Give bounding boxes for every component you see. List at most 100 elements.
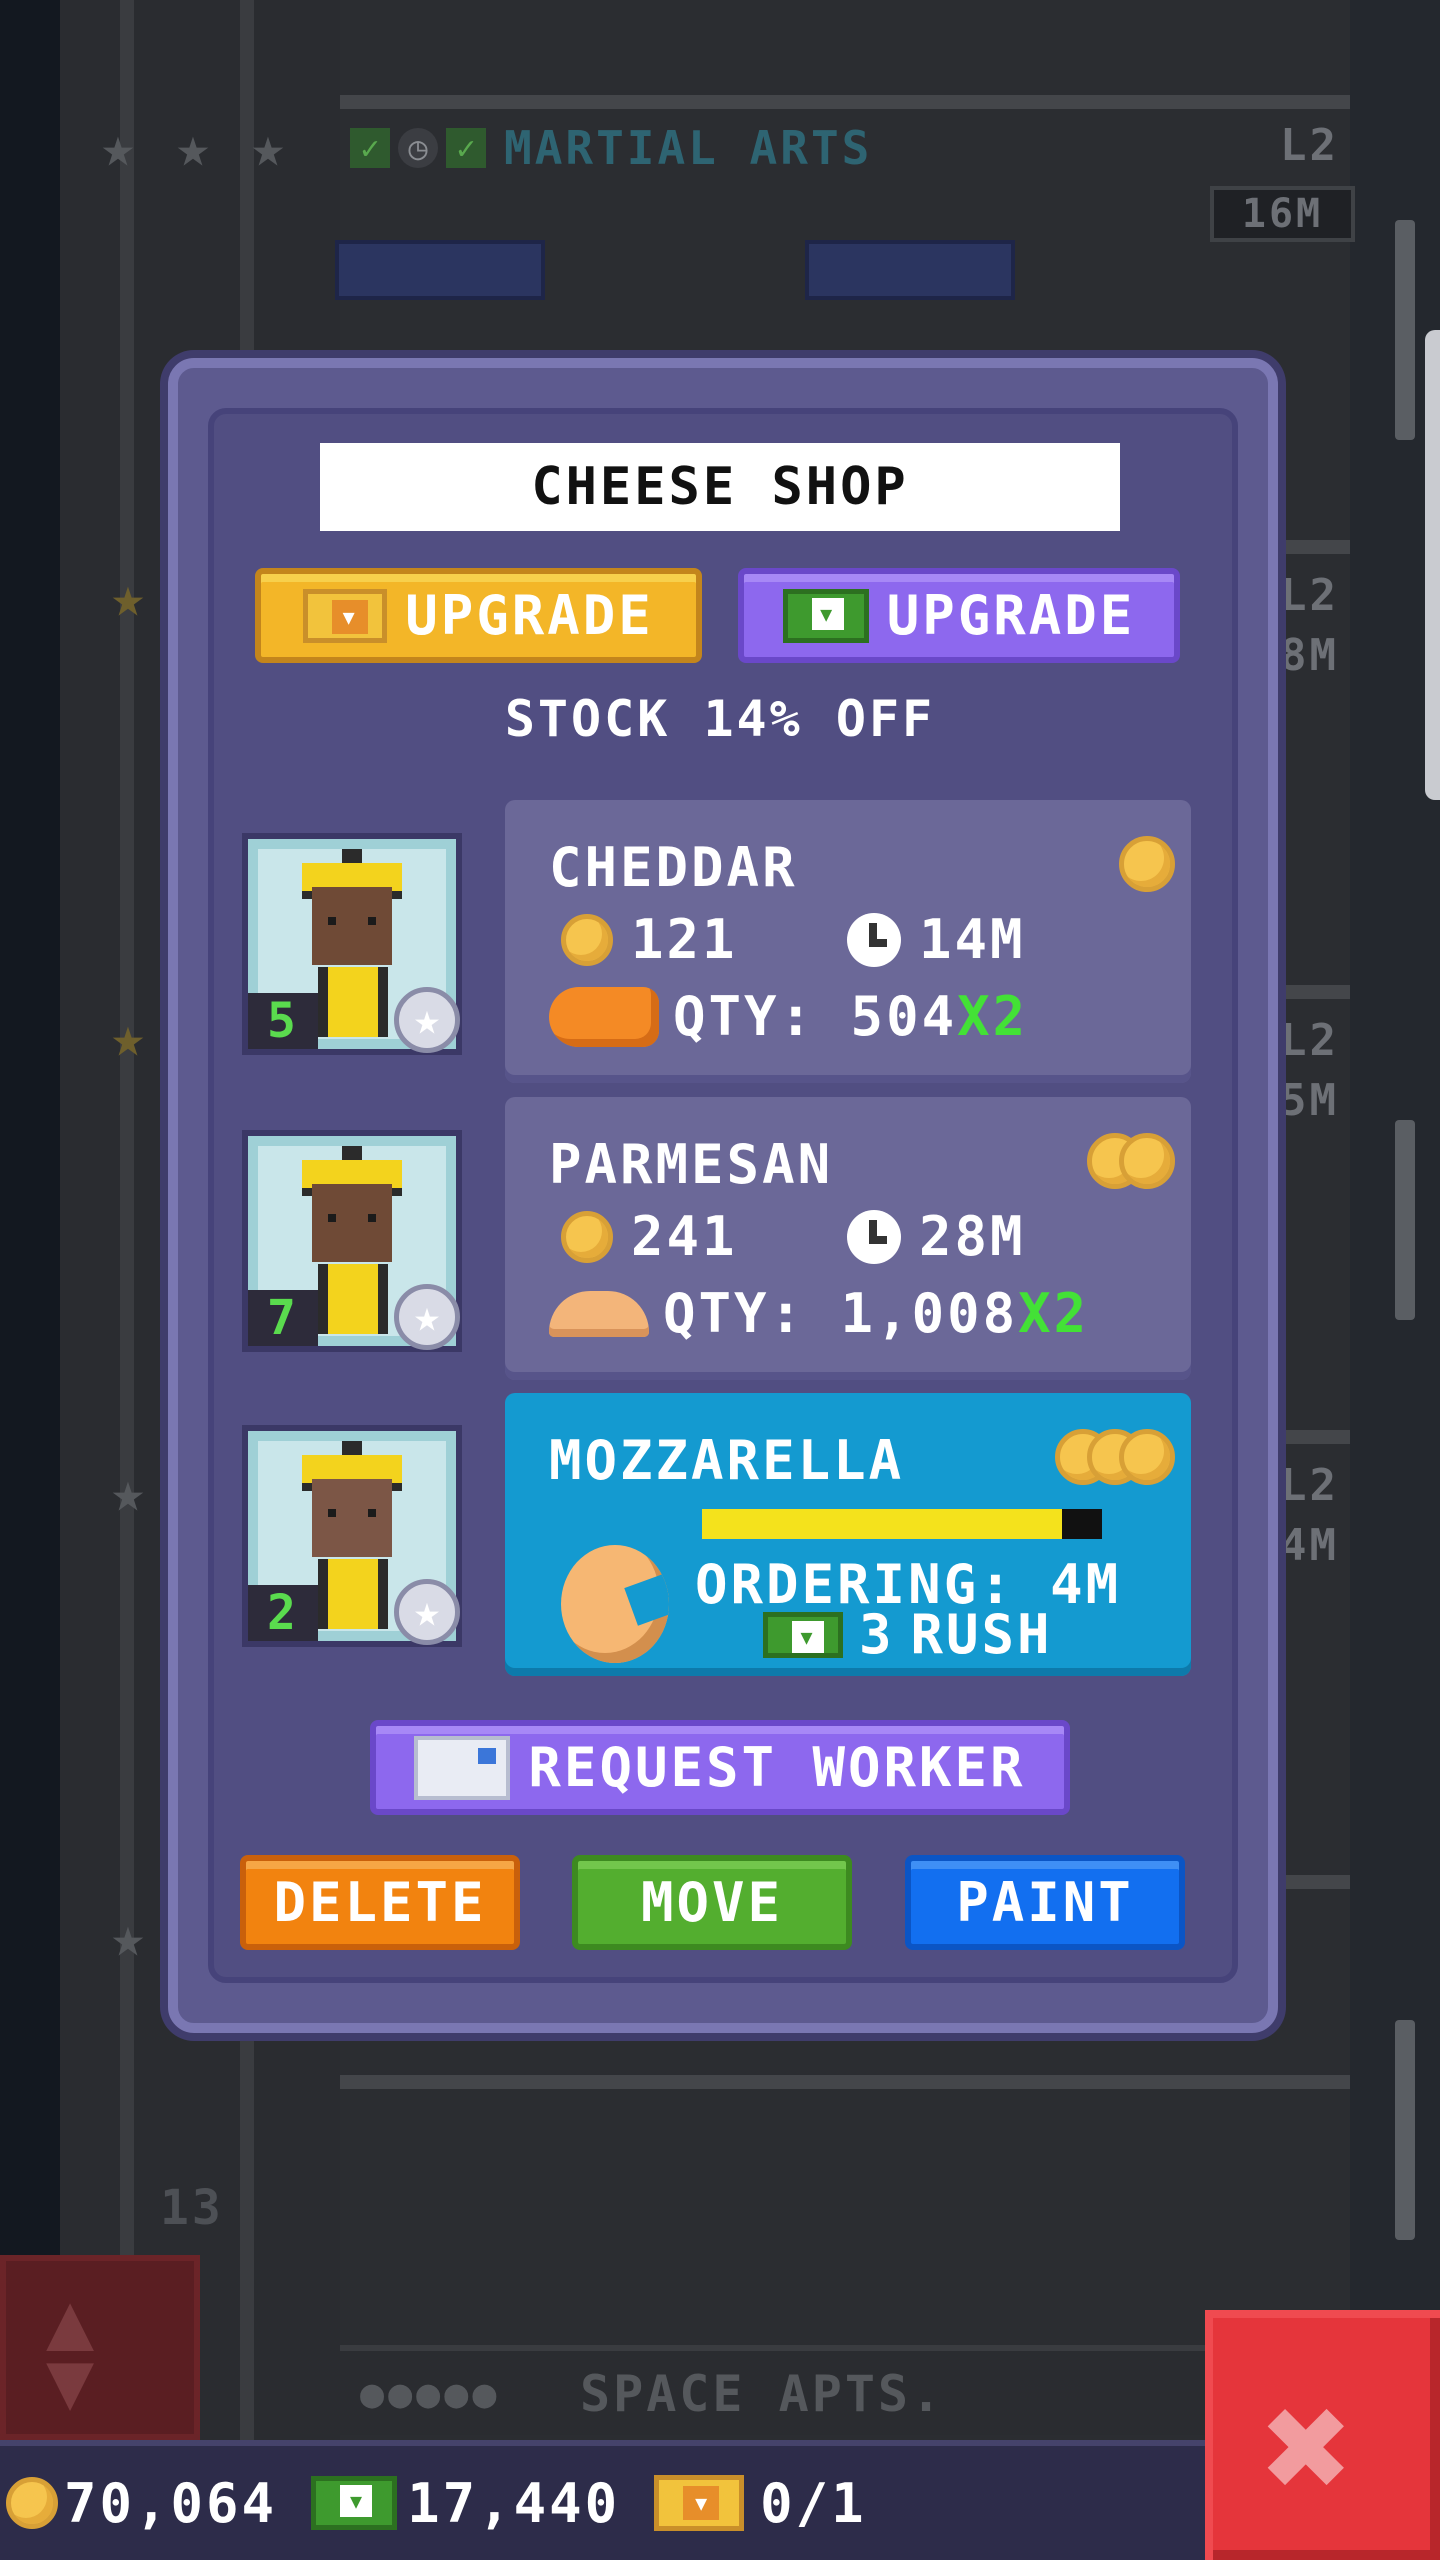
floor-sign — [335, 240, 545, 300]
delete-button[interactable]: DELETE — [240, 1855, 520, 1950]
coin-icon — [561, 913, 613, 966]
product-tier — [1055, 1429, 1175, 1485]
rush-label: RUSH — [910, 1603, 1053, 1666]
parmesan-icon — [549, 1290, 649, 1337]
star-icon: ★ — [394, 1579, 460, 1645]
close-button[interactable]: ✖ — [1205, 2310, 1440, 2560]
bux-icon — [763, 1611, 843, 1658]
rush-button[interactable]: 3 RUSH — [763, 1603, 1053, 1666]
elevator-button[interactable]: ▲ ▼ — [0, 2255, 200, 2440]
star-icon: ★ — [176, 115, 210, 180]
floor-name: MARTIAL ARTS — [504, 121, 873, 175]
star-icon: ★ — [111, 1905, 145, 1970]
clock-icon — [847, 1209, 901, 1264]
product-name: MOZZARELLA — [549, 1429, 905, 1492]
qty-value: QTY: 504 — [673, 985, 958, 1048]
elevator-shaft-left — [0, 0, 60, 2440]
star-icon: ★ — [394, 987, 460, 1053]
star-icon: ★ — [111, 1005, 145, 1070]
floor-space-apts: ●●●●● SPACE APTS. — [340, 2345, 1350, 2435]
request-worker-label: REQUEST WORKER — [528, 1736, 1026, 1799]
floor-divider — [340, 95, 1350, 109]
check-icon: ✓ — [350, 128, 390, 168]
worker-body — [318, 967, 388, 1037]
product-name: PARMESAN — [549, 1133, 834, 1196]
floor-level: L2 — [1280, 1460, 1339, 1511]
product-card-cheddar[interactable]: CHEDDAR 121 14M QTY: 504 X2 — [505, 800, 1191, 1083]
up-down-arrows-icon: ▲ ▼ — [46, 2274, 95, 2427]
worker-head — [312, 887, 392, 965]
worker-skill-level: 7 — [248, 1290, 318, 1346]
floor-name: SPACE APTS. — [580, 2365, 945, 2423]
time-value: 14M — [919, 908, 1026, 971]
floor-level: L2 — [1280, 570, 1339, 621]
floor-sign — [805, 240, 1015, 300]
clock-icon — [847, 912, 901, 967]
cheddar-icon — [549, 986, 659, 1047]
worker-eyes — [328, 1214, 376, 1222]
bux-balance: 17,440 — [407, 2471, 621, 2535]
ticket-count: 0/1 — [760, 2471, 867, 2535]
bux-icon — [782, 588, 869, 643]
worker-skill-level: 2 — [248, 1585, 318, 1641]
floor-level: L2 — [1280, 1015, 1339, 1066]
order-progress-fill — [702, 1509, 1062, 1539]
worker-eyes — [328, 917, 376, 925]
mozzarella-icon — [561, 1545, 669, 1663]
coin-icon — [6, 2477, 58, 2529]
coin-balance: 70,064 — [64, 2471, 278, 2535]
close-icon: ✖ — [1263, 2361, 1354, 2535]
star-icon: ★ — [394, 1284, 460, 1350]
clock-icon: ◷ — [398, 128, 438, 168]
golden-ticket-icon — [303, 588, 388, 643]
move-button[interactable]: MOVE — [572, 1855, 852, 1950]
shop-title[interactable]: CHEESE SHOP — [320, 443, 1120, 531]
cost-value: 241 — [631, 1205, 738, 1268]
worker-slot-2[interactable]: 7 ★ — [242, 1130, 462, 1352]
multiplier: X2 — [957, 985, 1029, 1048]
upgrade-with-bux-button[interactable]: UPGRADE — [738, 568, 1180, 663]
star-icon: ★ — [111, 565, 145, 630]
bux-icon — [311, 2476, 398, 2530]
envelope-icon — [414, 1735, 511, 1800]
worker-body — [318, 1264, 388, 1334]
product-time: 28M — [847, 1205, 1026, 1268]
coin-icon — [1119, 836, 1175, 892]
floor-number: 13 — [160, 2180, 224, 2236]
request-worker-button[interactable]: REQUEST WORKER — [370, 1720, 1070, 1815]
worker-slot-3[interactable]: 2 ★ — [242, 1425, 462, 1647]
star-icon: ★ — [251, 115, 285, 180]
worker-skill-level: 5 — [248, 993, 318, 1049]
upgrade-label: UPGRADE — [886, 584, 1136, 647]
scroll-marker — [1395, 2020, 1415, 2240]
floor-time: 4M — [1280, 1520, 1339, 1571]
product-cost: 121 — [561, 908, 738, 971]
rush-cost: 3 — [859, 1603, 895, 1666]
upgrade-with-ticket-button[interactable]: UPGRADE — [255, 568, 702, 663]
product-cost: 241 — [561, 1205, 738, 1268]
scroll-marker — [1395, 1120, 1415, 1320]
cost-value: 121 — [631, 908, 738, 971]
worker-head — [312, 1479, 392, 1557]
product-tier — [1087, 1133, 1175, 1189]
product-time: 14M — [847, 908, 1026, 971]
coin-icon — [561, 1210, 613, 1263]
golden-ticket-icon — [654, 2475, 745, 2531]
floor-time: 16M — [1210, 186, 1355, 242]
time-value: 28M — [919, 1205, 1026, 1268]
worker-eyes — [328, 1509, 376, 1517]
floor-divider — [340, 2075, 1350, 2089]
qty-value: QTY: 1,008 — [663, 1282, 1019, 1345]
stock-discount-text: STOCK 14% OFF — [504, 690, 936, 748]
product-name: CHEDDAR — [549, 836, 798, 899]
product-card-mozzarella[interactable]: MOZZARELLA ORDERING: 4M 3 RUSH — [505, 1393, 1191, 1676]
product-card-parmesan[interactable]: PARMESAN 241 28M QTY: 1,008 X2 — [505, 1097, 1191, 1380]
product-quantity: QTY: 504 X2 — [549, 985, 1028, 1048]
product-quantity: QTY: 1,008 X2 — [549, 1282, 1089, 1345]
product-tier — [1119, 836, 1175, 892]
worker-slot-1[interactable]: 5 ★ — [242, 833, 462, 1055]
floor-title-martial-arts: ✓ ◷ ✓ MARTIAL ARTS — [350, 118, 872, 178]
star-icon: ★ — [101, 115, 135, 180]
floor-time: 8M — [1280, 630, 1339, 681]
paint-button[interactable]: PAINT — [905, 1855, 1185, 1950]
